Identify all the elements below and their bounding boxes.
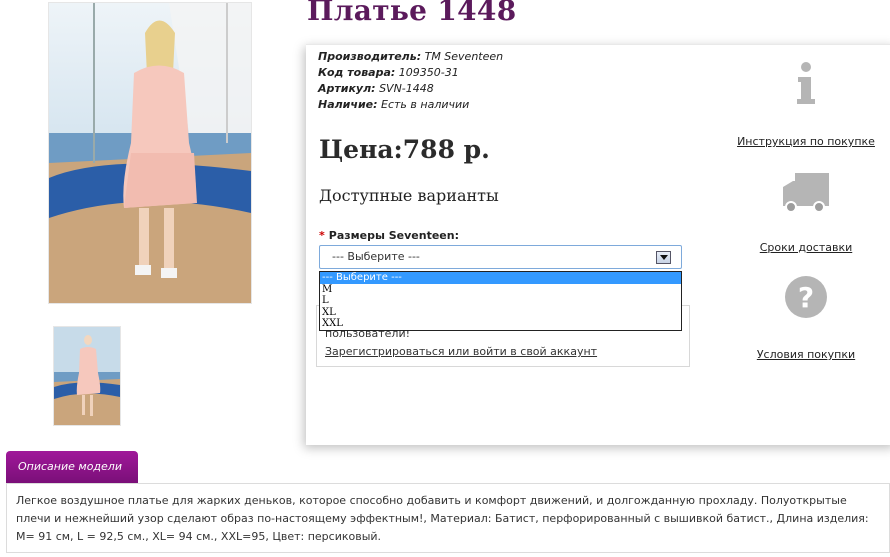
product-price: Цена:788 р. — [319, 135, 490, 164]
article-label: Артикул: — [318, 82, 376, 95]
terms-link[interactable]: Условия покупки — [726, 348, 886, 361]
product-main-photo[interactable] — [48, 2, 252, 304]
info-icon — [797, 62, 815, 104]
product-code-label: Код товара: — [318, 66, 396, 79]
availability-line: Наличие: Есть в наличии — [318, 97, 469, 113]
truck-icon — [783, 173, 829, 213]
manufacturer-line: Производитель: TM Seventeen — [318, 49, 503, 65]
availability-label: Наличие: — [318, 98, 378, 111]
instructions-link[interactable]: Инструкция по покупке — [726, 135, 886, 148]
description-text: Легкое воздушное платье для жарких деньк… — [16, 494, 869, 543]
size-option-m[interactable]: M — [320, 284, 681, 296]
required-marker: * — [319, 229, 325, 242]
tab-description-label: Описание модели — [18, 460, 122, 473]
description-panel: Легкое воздушное платье для жарких деньк… — [6, 483, 890, 553]
terms-block: ? — [726, 275, 886, 323]
availability-value: Есть в наличии — [381, 98, 470, 111]
size-option-placeholder[interactable]: --- Выберите --- — [320, 272, 681, 284]
product-thumbnail[interactable] — [53, 326, 121, 426]
dropdown-arrow-icon[interactable] — [656, 251, 671, 264]
register-login-link[interactable]: Зарегистрироваться или войти в свой акка… — [325, 345, 597, 358]
size-select-value: --- Выберите --- — [332, 250, 420, 263]
product-title: Платье 1448 — [307, 0, 517, 27]
size-option-xxl[interactable]: XXL — [320, 318, 681, 330]
product-code-line: Код товара: 109350-31 — [318, 65, 459, 81]
product-info-panel: Производитель: TM Seventeen Код товара: … — [306, 44, 890, 445]
size-option-l[interactable]: L — [320, 295, 681, 307]
size-label-text: Размеры Seventeen: — [328, 229, 459, 242]
article-line: Артикул: SVN-1448 — [318, 81, 434, 97]
size-select[interactable]: --- Выберите --- — [319, 245, 682, 269]
size-option-xl[interactable]: XL — [320, 307, 681, 319]
delivery-link[interactable]: Сроки доставки — [726, 241, 886, 254]
product-code-value: 109350-31 — [398, 66, 459, 79]
manufacturer-label: Производитель: — [318, 50, 422, 63]
tab-description[interactable]: Описание модели — [6, 451, 138, 483]
svg-text:?: ? — [798, 281, 814, 314]
variants-heading: Доступные варианты — [319, 186, 499, 205]
instructions-block — [726, 61, 886, 109]
question-icon: ? — [785, 276, 827, 318]
size-dropdown-list: --- Выберите --- M L XL XXL — [319, 271, 682, 331]
size-option-label: * Размеры Seventeen: — [319, 229, 459, 242]
article-value: SVN-1448 — [379, 82, 434, 95]
delivery-block — [726, 171, 886, 217]
manufacturer-value: TM Seventeen — [424, 50, 504, 63]
